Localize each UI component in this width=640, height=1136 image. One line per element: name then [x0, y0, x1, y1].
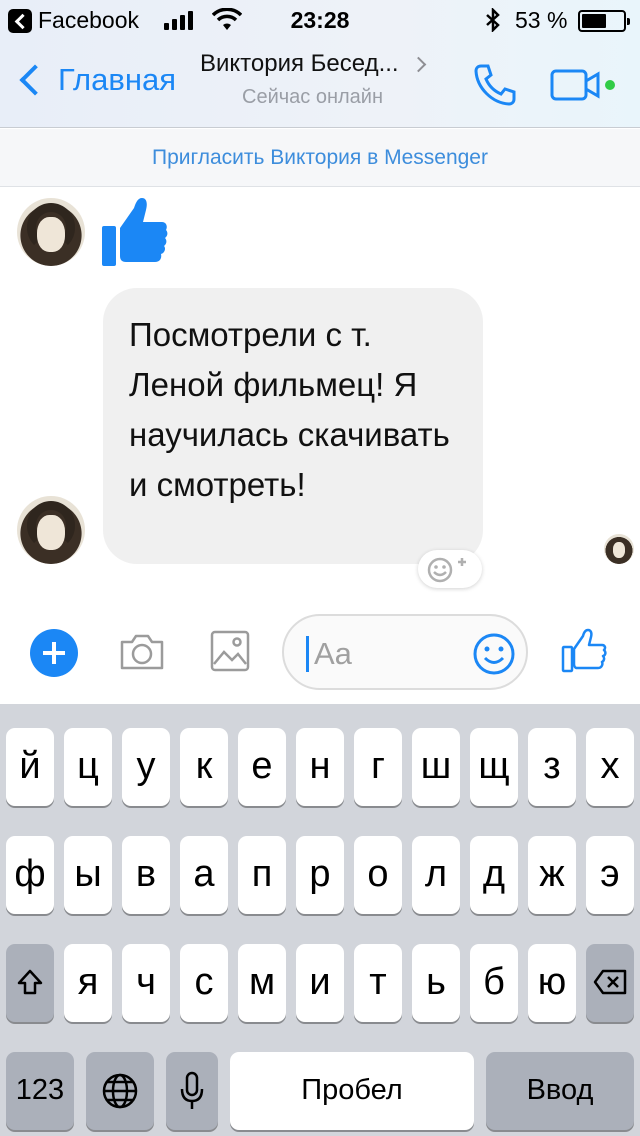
camera-icon[interactable] [118, 632, 166, 672]
key-э[interactable]: э [586, 836, 634, 914]
keyboard: 123 Пробел Ввод йцукенгшщзх фывапролджэ яч… [0, 704, 640, 1136]
more-options-button[interactable] [30, 629, 78, 677]
composer: Aa [0, 610, 640, 704]
key-н[interactable]: н [296, 728, 344, 806]
battery-percent: 53 % [515, 7, 568, 33]
avatar[interactable] [17, 496, 85, 564]
key-с[interactable]: с [180, 944, 228, 1022]
message-input-placeholder: Aa [314, 636, 352, 671]
key-л[interactable]: л [412, 836, 460, 914]
smiley-plus-icon [427, 557, 466, 583]
shift-arrow-icon [17, 969, 43, 995]
key-й[interactable]: й [6, 728, 54, 806]
avatar[interactable] [17, 198, 85, 266]
invite-banner[interactable]: Пригласить Виктория в Messenger [0, 129, 640, 187]
key-т[interactable]: т [354, 944, 402, 1022]
key-ж[interactable]: ж [528, 836, 576, 914]
chevron-right-icon [410, 56, 426, 72]
key-я[interactable]: я [64, 944, 112, 1022]
key-д[interactable]: д [470, 836, 518, 914]
key-х[interactable]: х [586, 728, 634, 806]
key-м[interactable]: м [238, 944, 286, 1022]
seen-avatar [604, 534, 634, 564]
key-ф[interactable]: ф [6, 836, 54, 914]
key-ц[interactable]: ц [64, 728, 112, 806]
battery-icon [578, 10, 630, 32]
key-е[interactable]: е [238, 728, 286, 806]
back-button[interactable]: Главная [16, 62, 176, 98]
key-у[interactable]: у [122, 728, 170, 806]
header: Facebook 23:28 53 % Главная Виктория Бес… [0, 0, 640, 128]
status-bar: Facebook 23:28 53 % [0, 0, 640, 40]
dictation-key[interactable] [166, 1052, 218, 1130]
text-caret [306, 636, 309, 672]
gallery-icon[interactable] [210, 630, 250, 672]
shift-key[interactable] [6, 944, 54, 1022]
key-б[interactable]: б [470, 944, 518, 1022]
emoji-icon[interactable] [472, 632, 516, 676]
key-р[interactable]: р [296, 836, 344, 914]
numbers-key[interactable]: 123 [6, 1052, 74, 1130]
globe-icon [102, 1073, 138, 1109]
message-input[interactable]: Aa [282, 614, 528, 690]
key-щ[interactable]: щ [470, 728, 518, 806]
key-о[interactable]: о [354, 836, 402, 914]
thumbs-up-icon [102, 198, 168, 266]
key-и[interactable]: и [296, 944, 344, 1022]
backspace-key[interactable] [586, 944, 634, 1022]
chevron-left-icon [19, 64, 51, 96]
thumbs-up-send-icon[interactable] [560, 628, 608, 674]
key-г[interactable]: г [354, 728, 402, 806]
add-reaction-button[interactable] [418, 550, 482, 588]
key-к[interactable]: к [180, 728, 228, 806]
key-з[interactable]: з [528, 728, 576, 806]
microphone-icon [180, 1071, 204, 1109]
key-п[interactable]: п [238, 836, 286, 914]
language-key[interactable] [86, 1052, 154, 1130]
back-button-label: Главная [58, 62, 176, 97]
backspace-icon [593, 969, 627, 995]
contact-name: Виктория Бесед... [200, 50, 399, 77]
key-в[interactable]: в [122, 836, 170, 914]
key-ч[interactable]: ч [122, 944, 170, 1022]
key-ю[interactable]: ю [528, 944, 576, 1022]
message-bubble[interactable]: Посмотрели с т. Леной фильмец! Я научила… [103, 288, 483, 564]
presence-status: Сейчас онлайн [242, 86, 384, 108]
bluetooth-icon [486, 8, 500, 32]
phone-icon[interactable] [472, 62, 518, 108]
key-а[interactable]: а [180, 836, 228, 914]
space-key[interactable]: Пробел [230, 1052, 474, 1130]
conversation-title[interactable]: Виктория Бесед... Сейчас онлайн [200, 50, 450, 109]
video-call-icon[interactable] [550, 68, 620, 102]
return-key[interactable]: Ввод [486, 1052, 634, 1130]
key-ы[interactable]: ы [64, 836, 112, 914]
key-ь[interactable]: ь [412, 944, 460, 1022]
key-ш[interactable]: ш [412, 728, 460, 806]
